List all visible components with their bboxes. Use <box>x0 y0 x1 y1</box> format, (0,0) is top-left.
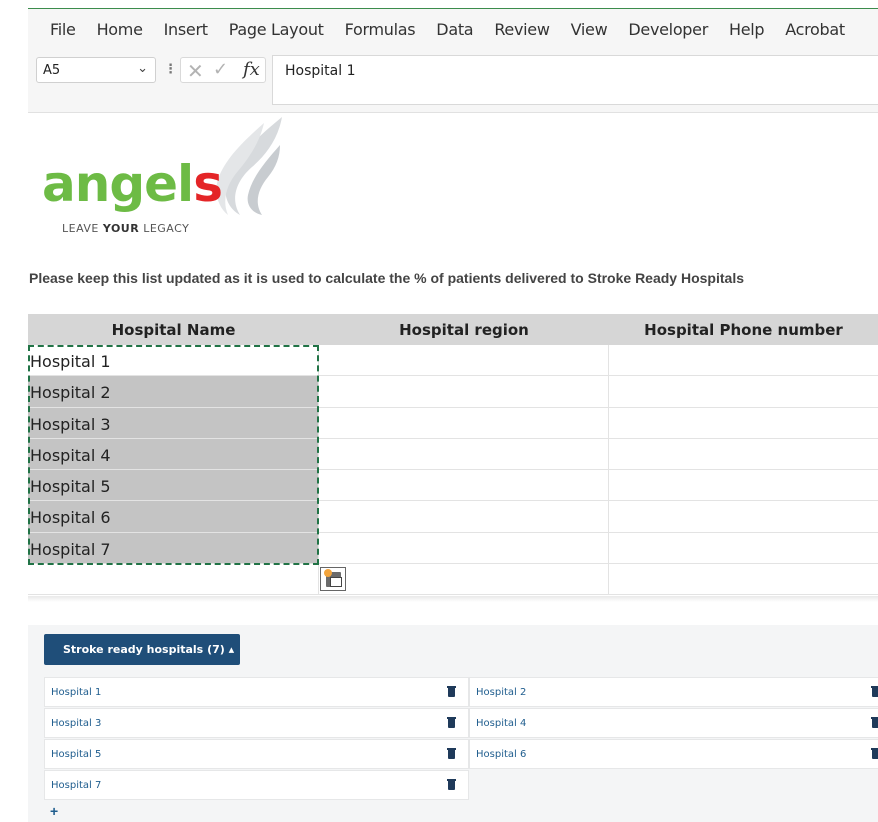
table-row: Hospital 5 <box>28 470 878 502</box>
logo-tagline: LEAVE YOUR LEGACY <box>62 222 190 235</box>
add-hospital-button[interactable]: + <box>50 803 58 819</box>
cell-region[interactable] <box>319 501 609 532</box>
hospital-tile-label: Hospital 2 <box>476 687 527 698</box>
trash-icon[interactable] <box>447 717 456 728</box>
formula-input[interactable]: Hospital 1 <box>272 55 878 105</box>
stroke-ready-panel: Stroke ready hospitals (7) ▴ Hospital 1 … <box>28 625 878 822</box>
menu-bar: File Home Insert Page Layout Formulas Da… <box>28 9 878 49</box>
chevron-down-icon[interactable]: ⌄ <box>137 61 148 76</box>
cancel-icon[interactable]: ✕ <box>187 59 204 84</box>
cell-name[interactable]: Hospital 3 <box>28 407 319 438</box>
menu-acrobat[interactable]: Acrobat <box>785 20 845 39</box>
hospital-tile-label: Hospital 1 <box>51 687 102 698</box>
insert-function-icon[interactable]: fx <box>243 59 260 80</box>
hospital-tile-label: Hospital 5 <box>51 749 102 760</box>
menu-insert[interactable]: Insert <box>164 20 208 39</box>
trash-icon[interactable] <box>447 779 456 790</box>
cell-name[interactable]: Hospital 4 <box>28 438 319 470</box>
hospital-tile: Hospital 6 <box>469 739 878 769</box>
hospital-tile: Hospital 1 <box>44 677 469 707</box>
cell-region[interactable] <box>319 407 609 438</box>
angels-logo: angels LEAVE YOUR LEGACY <box>40 115 300 240</box>
menu-help[interactable]: Help <box>729 20 765 39</box>
cell-phone[interactable] <box>609 470 878 500</box>
menu-page-layout[interactable]: Page Layout <box>229 20 324 39</box>
cell-phone[interactable] <box>609 345 878 375</box>
trash-icon[interactable] <box>871 748 878 759</box>
cell-phone[interactable] <box>609 408 878 438</box>
hospital-tile-label: Hospital 4 <box>476 718 527 729</box>
logo-wordmark: angels <box>42 155 223 213</box>
menu-review[interactable]: Review <box>494 20 550 39</box>
cell-region[interactable] <box>319 345 609 376</box>
hospital-tile-label: Hospital 6 <box>476 749 527 760</box>
cell-name[interactable]: Hospital 5 <box>28 470 319 501</box>
table-row: Hospital 3 <box>28 407 878 439</box>
hospital-tile: Hospital 7 <box>44 770 469 800</box>
hospital-tile: Hospital 5 <box>44 739 469 769</box>
menu-view[interactable]: View <box>571 20 608 39</box>
table-row: Hospital 1 <box>28 345 878 377</box>
cell-phone[interactable] <box>609 501 878 531</box>
cell-name[interactable]: Hospital 7 <box>28 532 319 564</box>
menu-home[interactable]: Home <box>97 20 143 39</box>
cell-region[interactable] <box>319 376 609 407</box>
hospital-tile: Hospital 3 <box>44 708 469 738</box>
cell-region[interactable] <box>319 532 609 564</box>
menu-data[interactable]: Data <box>436 20 473 39</box>
name-box-value: A5 <box>43 63 61 78</box>
header-hospital-region[interactable]: Hospital region <box>319 314 609 345</box>
table-row: Hospital 2 <box>28 376 878 408</box>
notice-text: Please keep this list updated as it is u… <box>29 270 744 286</box>
table-row: Hospital 4 <box>28 438 878 471</box>
cell-name[interactable]: Hospital 2 <box>28 376 319 407</box>
table-row <box>28 564 878 596</box>
trash-icon[interactable] <box>871 717 878 728</box>
cell-phone[interactable] <box>609 564 878 594</box>
trash-icon[interactable] <box>871 686 878 697</box>
hospital-tile-label: Hospital 7 <box>51 780 102 791</box>
grid-shadow <box>28 596 878 602</box>
trash-icon[interactable] <box>447 748 456 759</box>
menu-formulas[interactable]: Formulas <box>345 20 416 39</box>
confirm-icon[interactable]: ✓ <box>213 59 228 80</box>
cell-phone[interactable] <box>609 439 878 469</box>
hospital-tile: Hospital 4 <box>469 708 878 738</box>
cell-region[interactable] <box>319 564 609 595</box>
stroke-ready-toggle-button[interactable]: Stroke ready hospitals (7) ▴ <box>44 634 240 665</box>
menu-file[interactable]: File <box>50 20 76 39</box>
cell-name[interactable]: Hospital 1 <box>28 345 319 376</box>
cell-region[interactable] <box>319 438 609 470</box>
hospital-tile-label: Hospital 3 <box>51 718 102 729</box>
formula-bar: A5 ⌄ ⋮ ✕ ✓ fx Hospital 1 <box>28 49 878 113</box>
name-box[interactable]: A5 ⌄ <box>36 57 156 83</box>
menu-developer[interactable]: Developer <box>628 20 708 39</box>
cell-region[interactable] <box>319 470 609 501</box>
more-options-icon[interactable]: ⋮ <box>164 61 177 77</box>
trash-icon[interactable] <box>447 686 456 697</box>
header-hospital-phone[interactable]: Hospital Phone number <box>609 314 878 345</box>
formula-controls: ✕ ✓ fx <box>180 57 266 83</box>
table-header: Hospital Name Hospital region Hospital P… <box>28 314 878 345</box>
table-row: Hospital 6 <box>28 501 878 533</box>
cell-phone[interactable] <box>609 376 878 406</box>
cell-phone[interactable] <box>609 533 878 563</box>
header-hospital-name[interactable]: Hospital Name <box>28 314 319 345</box>
table-row: Hospital 7 <box>28 532 878 565</box>
cell-name[interactable] <box>28 564 319 595</box>
paste-options-icon[interactable] <box>320 567 346 591</box>
spreadsheet-grid: Hospital Name Hospital region Hospital P… <box>28 314 878 596</box>
cell-name[interactable]: Hospital 6 <box>28 501 319 532</box>
hospital-tile: Hospital 2 <box>469 677 878 707</box>
